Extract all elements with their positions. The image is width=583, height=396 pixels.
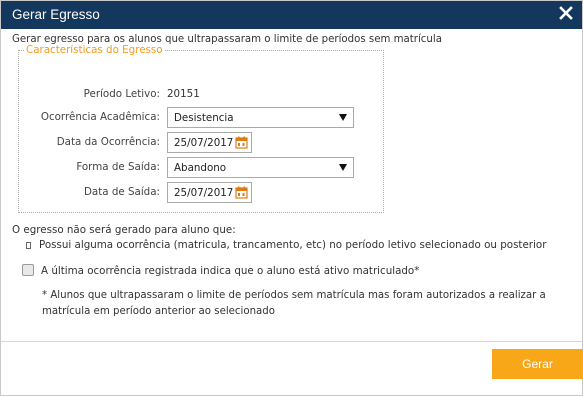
periodo-row: Período Letivo: 20151 bbox=[19, 84, 385, 106]
periodo-label: Período Letivo: bbox=[83, 88, 160, 100]
data-ocorrencia-input[interactable]: 25/07/2017 bbox=[167, 132, 252, 153]
chevron-down-icon bbox=[339, 164, 347, 171]
data-saida-input[interactable]: 25/07/2017 bbox=[167, 182, 252, 203]
dialog-titlebar: Gerar Egresso bbox=[1, 1, 582, 29]
exclusion-rule-item: Possui alguma ocorrência (matricula, tra… bbox=[26, 239, 546, 251]
egresso-characteristics-fieldset: Características do Egresso Período Letiv… bbox=[18, 44, 385, 213]
fieldset-legend: Características do Egresso bbox=[24, 44, 165, 56]
active-enrolled-checkbox[interactable] bbox=[22, 264, 34, 276]
active-enrolled-label[interactable]: A última ocorrência registrada indica qu… bbox=[41, 265, 419, 277]
calendar-icon[interactable] bbox=[235, 186, 248, 199]
gerar-button[interactable]: Gerar bbox=[492, 349, 583, 379]
footer-divider bbox=[1, 341, 582, 342]
bullet-icon bbox=[26, 242, 31, 249]
ocorrencia-row: Ocorrência Acadêmica: Desistencia bbox=[19, 107, 385, 129]
periodo-value: 20151 bbox=[167, 88, 200, 100]
chevron-down-icon bbox=[339, 114, 347, 121]
data-ocorrencia-row: Data da Ocorrência: 25/07/2017 bbox=[19, 132, 385, 154]
forma-saida-label: Forma de Saída: bbox=[76, 161, 160, 173]
close-icon[interactable] bbox=[559, 6, 573, 20]
exclusion-heading: O egresso não será gerado para aluno que… bbox=[12, 224, 236, 236]
forma-saida-selected-value: Abandono bbox=[174, 162, 227, 174]
gerar-egresso-dialog: Gerar Egresso Gerar egresso para os alun… bbox=[0, 0, 583, 396]
data-ocorrencia-value: 25/07/2017 bbox=[174, 137, 234, 149]
data-saida-value: 25/07/2017 bbox=[174, 187, 234, 199]
ocorrencia-label: Ocorrência Acadêmica: bbox=[40, 111, 160, 123]
ocorrencia-selected-value: Desistencia bbox=[174, 112, 234, 124]
footnote-text: * Alunos que ultrapassaram o limite de p… bbox=[42, 290, 546, 317]
forma-saida-select[interactable]: Abandono bbox=[167, 157, 354, 178]
calendar-icon[interactable] bbox=[235, 136, 248, 149]
data-saida-row: Data de Saída: 25/07/2017 bbox=[19, 182, 385, 204]
data-ocorrencia-label: Data da Ocorrência: bbox=[56, 136, 160, 148]
forma-saida-row: Forma de Saída: Abandono bbox=[19, 157, 385, 179]
ocorrencia-select[interactable]: Desistencia bbox=[167, 107, 354, 128]
exclusion-rule-text: Possui alguma ocorrência (matricula, tra… bbox=[39, 239, 547, 251]
dialog-title: Gerar Egresso bbox=[12, 7, 100, 22]
data-saida-label: Data de Saída: bbox=[83, 186, 160, 198]
